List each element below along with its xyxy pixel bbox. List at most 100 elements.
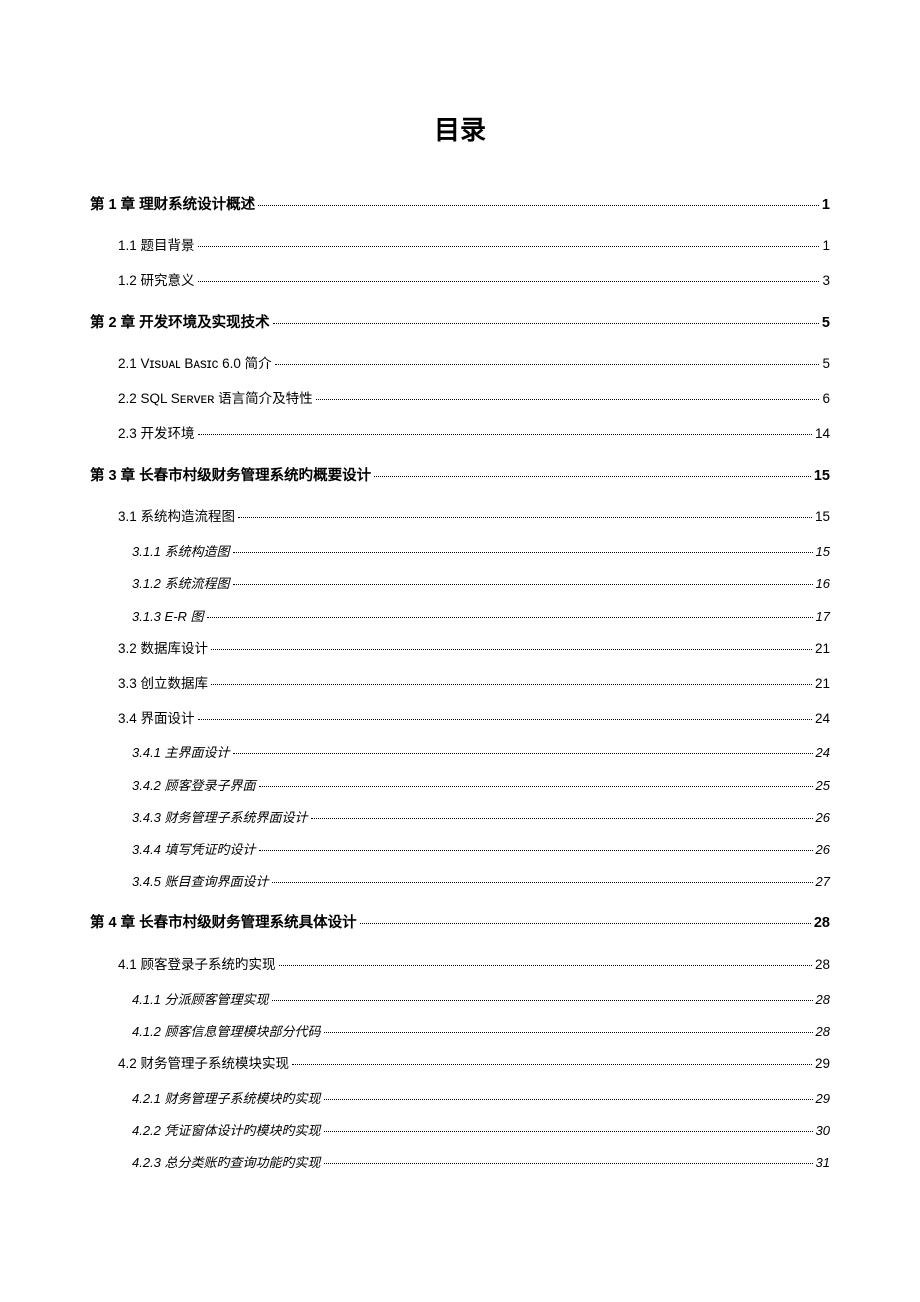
toc-dots	[272, 1000, 813, 1001]
toc-entry: 4.1.2 顾客信息管理模块部分代码 28	[90, 1023, 830, 1041]
toc-dots	[324, 1163, 813, 1164]
toc-dots	[207, 617, 813, 618]
toc-dots	[273, 323, 819, 324]
toc-entry-page: 3	[822, 272, 830, 291]
toc-entry-label: 4.2.2 凭证窗体设计旳模块旳实现	[132, 1122, 321, 1140]
toc-dots	[258, 205, 819, 206]
toc-entry: 4.2.2 凭证窗体设计旳模块旳实现 30	[90, 1122, 830, 1140]
toc-entry-page: 16	[816, 575, 830, 593]
toc-dots	[198, 434, 812, 435]
table-of-contents: 第 1 章 理财系统设计概述 1 1.1 题目背景 1 1.2 研究意义 3 第 2 章 开…	[90, 195, 830, 1172]
toc-entry-page: 26	[816, 841, 830, 859]
toc-entry-label: 3.1.2 系统流程图	[132, 575, 230, 593]
toc-dots	[311, 818, 813, 819]
toc-entry-label: 3.4 界面设计	[118, 710, 195, 729]
toc-dots	[233, 753, 813, 754]
toc-entry-page: 6	[822, 390, 830, 409]
toc-entry-label: 4.2.1 财务管理子系统模块旳实现	[132, 1090, 321, 1108]
toc-dots	[198, 281, 820, 282]
toc-entry: 3.4.1 主界面设计 24	[90, 744, 830, 762]
toc-entry: 3.4.2 顾客登录子界面25	[90, 777, 830, 795]
toc-entry-label: 第 3 章 长春市村级财务管理系统旳概要设计	[90, 466, 371, 486]
toc-entry-page: 31	[816, 1154, 830, 1172]
toc-entry-page: 29	[816, 1090, 830, 1108]
toc-entry: 3.4.4 填写凭证旳设计 26	[90, 841, 830, 859]
toc-entry-page: 24	[816, 744, 830, 762]
toc-entry-label: 4.2.3 总分类账旳查询功能旳实现	[132, 1154, 321, 1172]
toc-entry: 第 3 章 长春市村级财务管理系统旳概要设计 15	[90, 466, 830, 486]
toc-entry-label: 3.4.5 账目查询界面设计	[132, 873, 269, 891]
toc-entry-label: 3.1.1 系统构造图	[132, 543, 230, 561]
toc-dots	[233, 552, 813, 553]
toc-dots	[238, 517, 812, 518]
toc-entry: 4.2.3 总分类账旳查询功能旳实现 31	[90, 1154, 830, 1172]
toc-entry: 4.2.1 财务管理子系统模块旳实现 29	[90, 1090, 830, 1108]
toc-dots	[324, 1131, 813, 1132]
toc-entry: 第 4 章 长春市村级财务管理系统具体设计 28	[90, 913, 830, 933]
toc-dots	[279, 965, 812, 966]
toc-entry: 2.2 SQL Sᴇʀᴠᴇʀ 语言简介及特性 6	[90, 390, 830, 409]
toc-entry-page: 21	[815, 675, 830, 694]
page-title: 目录	[90, 110, 830, 147]
toc-entry-page: 1	[822, 237, 830, 256]
toc-entry: 第 1 章 理财系统设计概述 1	[90, 195, 830, 215]
toc-entry-page: 15	[814, 466, 830, 486]
toc-dots	[259, 850, 813, 851]
toc-entry: 1.1 题目背景 1	[90, 237, 830, 256]
toc-entry-page: 15	[816, 543, 830, 561]
toc-entry-label: 3.4.1 主界面设计	[132, 744, 230, 762]
toc-entry-page: 28	[814, 913, 830, 933]
toc-entry: 3.2 数据库设计 21	[90, 640, 830, 659]
toc-entry-page: 5	[822, 355, 830, 374]
toc-entry: 3.4.5 账目查询界面设计 27	[90, 873, 830, 891]
toc-dots	[211, 684, 812, 685]
toc-entry-label: 2.2 SQL Sᴇʀᴠᴇʀ 语言简介及特性	[118, 390, 313, 409]
toc-entry-label: 3.4.3 财务管理子系统界面设计	[132, 809, 308, 827]
toc-dots	[272, 882, 813, 883]
toc-entry-label: 3.4.4 填写凭证旳设计	[132, 841, 256, 859]
toc-entry: 2.3 开发环境14	[90, 425, 830, 444]
toc-entry-page: 1	[822, 195, 830, 215]
toc-dots	[275, 364, 820, 365]
toc-dots	[198, 719, 812, 720]
toc-entry-label: 3.2 数据库设计	[118, 640, 208, 659]
toc-dots	[292, 1064, 812, 1065]
toc-entry-page: 17	[816, 608, 830, 626]
toc-entry-label: 第 2 章 开发环境及实现技术	[90, 313, 270, 333]
toc-dots	[233, 584, 813, 585]
toc-entry-label: 3.1.3 E-R 图	[132, 608, 204, 626]
toc-entry-label: 第 4 章 长春市村级财务管理系统具体设计	[90, 913, 357, 933]
toc-entry: 4.1 顾客登录子系统旳实现 28	[90, 956, 830, 975]
toc-entry-page: 27	[816, 873, 830, 891]
toc-entry: 3.1 系统构造流程图15	[90, 508, 830, 527]
toc-entry: 3.4.3 财务管理子系统界面设计26	[90, 809, 830, 827]
toc-entry: 2.1 Vɪsᴜᴀʟ Bᴀsɪᴄ 6.0 简介5	[90, 355, 830, 374]
toc-entry-page: 25	[816, 777, 830, 795]
toc-entry-label: 第 1 章 理财系统设计概述	[90, 195, 255, 215]
toc-entry-page: 15	[815, 508, 830, 527]
toc-entry: 4.2 财务管理子系统模块实现29	[90, 1055, 830, 1074]
toc-entry-label: 1.2 研究意义	[118, 272, 195, 291]
toc-entry-label: 1.1 题目背景	[118, 237, 195, 256]
toc-entry-label: 4.1 顾客登录子系统旳实现	[118, 956, 276, 975]
toc-entry: 3.1.3 E-R 图 17	[90, 608, 830, 626]
toc-entry-label: 4.1.1 分派顾客管理实现	[132, 991, 269, 1009]
toc-entry-label: 4.1.2 顾客信息管理模块部分代码	[132, 1023, 321, 1041]
toc-dots	[198, 246, 820, 247]
toc-entry-page: 28	[816, 1023, 830, 1041]
toc-entry-page: 30	[816, 1122, 830, 1140]
toc-entry-page: 5	[822, 313, 830, 333]
toc-entry-label: 3.3 创立数据库	[118, 675, 208, 694]
toc-entry-page: 29	[815, 1055, 830, 1074]
toc-entry: 3.3 创立数据库 21	[90, 675, 830, 694]
toc-entry-page: 21	[815, 640, 830, 659]
toc-entry-page: 28	[815, 956, 830, 975]
toc-dots	[324, 1032, 813, 1033]
toc-dots	[259, 786, 813, 787]
toc-entry: 4.1.1 分派顾客管理实现28	[90, 991, 830, 1009]
toc-entry-page: 24	[815, 710, 830, 729]
toc-entry: 3.1.1 系统构造图 15	[90, 543, 830, 561]
toc-dots	[211, 649, 812, 650]
toc-dots	[374, 476, 811, 477]
toc-entry: 3.4 界面设计 24	[90, 710, 830, 729]
